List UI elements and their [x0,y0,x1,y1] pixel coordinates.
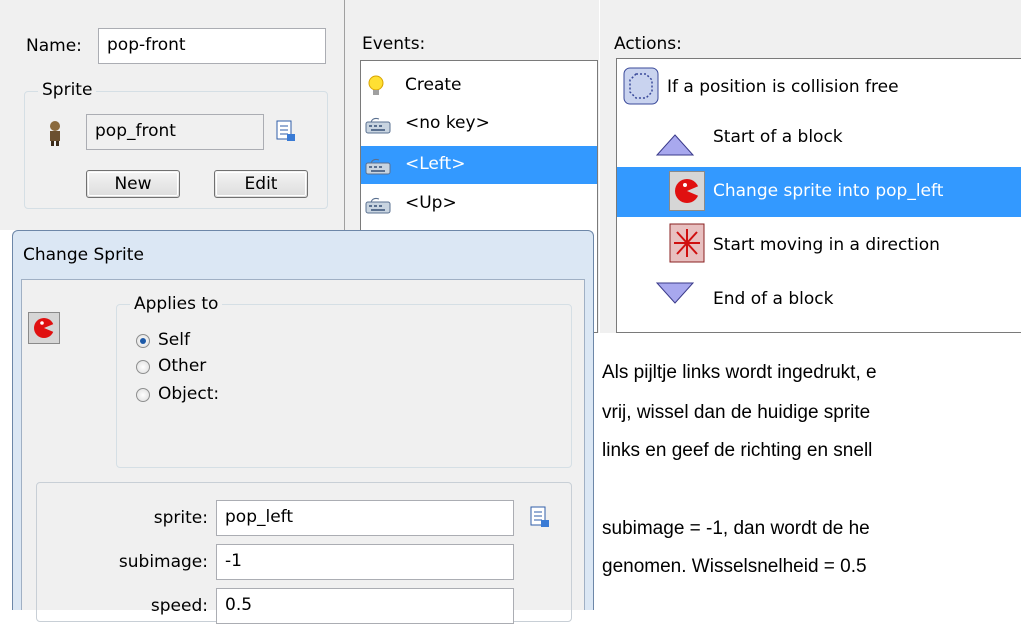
action-item-change-sprite[interactable]: Change sprite into pop_left [617,167,1021,217]
dialog-title: Change Sprite [23,245,144,265]
octagon-icon [623,67,659,110]
action-item-start-moving[interactable]: Start moving in a direction [617,221,1021,271]
description-line-3: links en geef de richting en snell [602,440,873,461]
sprite-param-label: sprite: [153,508,208,528]
radio-other[interactable]: Other [136,356,276,378]
name-label: Name: [26,36,82,56]
event-item-create[interactable]: Create [361,67,597,105]
subimage-param-input[interactable]: -1 [216,544,514,580]
action-label: Start moving in a direction [713,235,940,255]
radio-other-label: Other [158,356,207,376]
action-label: End of a block [713,289,834,309]
keyboard-icon [365,158,391,181]
action-label: Change sprite into pop_left [713,181,944,201]
radio-object[interactable]: Object: [136,384,276,406]
direction-arrows-icon [669,223,705,268]
applies-to-label: Applies to [130,294,223,314]
name-input[interactable]: pop-front [98,28,326,64]
new-sprite-button[interactable]: New [86,170,180,198]
change-sprite-action-icon [28,312,60,344]
triangle-up-icon [655,133,695,162]
keyboard-icon [365,117,391,140]
triangle-down-icon [655,281,695,310]
description-line-1: Als pijltje links wordt ingedrukt, e [602,362,877,383]
description-line-2: vrij, wissel dan de huidige sprite [602,402,871,423]
subimage-param-label: subimage: [118,552,208,572]
speed-param-label: speed: [150,596,208,616]
event-item-no-key[interactable]: <no key> [361,105,597,143]
radio-object-button[interactable] [136,388,150,402]
sprite-menu-icon[interactable] [276,120,296,142]
sprite-param-input[interactable]: pop_left [216,500,514,536]
edit-sprite-button[interactable]: Edit [214,170,308,198]
event-label: <Up> [405,193,457,213]
sprite-group-label: Sprite [38,80,97,100]
action-item-collision-free[interactable]: If a position is collision free [617,63,1021,109]
action-label: If a position is collision free [667,77,899,97]
event-item-up[interactable]: <Up> [361,185,597,223]
action-item-start-block[interactable]: Start of a block [617,115,1021,163]
radio-self-label: Self [158,330,190,350]
event-label: Create [405,75,462,95]
pacman-icon [669,171,705,211]
event-label: <Left> [405,154,466,174]
keyboard-icon [365,197,391,220]
sprite-field[interactable]: pop_front [86,114,264,150]
actions-list[interactable]: If a position is collision free Start of… [616,58,1021,333]
sprite-param-menu-icon[interactable] [530,506,550,528]
radio-self-button[interactable] [136,334,150,348]
description-line-5: genomen. Wisselsnelheid = 0.5 [602,556,867,577]
action-label: Start of a block [713,127,843,147]
events-label: Events: [362,34,426,54]
event-label: <no key> [405,113,490,133]
radio-other-button[interactable] [136,360,150,374]
actions-label: Actions: [614,34,682,54]
action-item-end-block[interactable]: End of a block [617,277,1021,325]
sprite-thumbnail-icon [46,120,64,146]
event-item-left[interactable]: <Left> [361,146,597,184]
radio-self[interactable]: Self [136,330,276,352]
lightbulb-icon [367,75,385,102]
radio-object-label: Object: [158,384,220,404]
description-line-4: subimage = -1, dan wordt de he [602,518,870,539]
speed-param-input[interactable]: 0.5 [216,588,514,624]
